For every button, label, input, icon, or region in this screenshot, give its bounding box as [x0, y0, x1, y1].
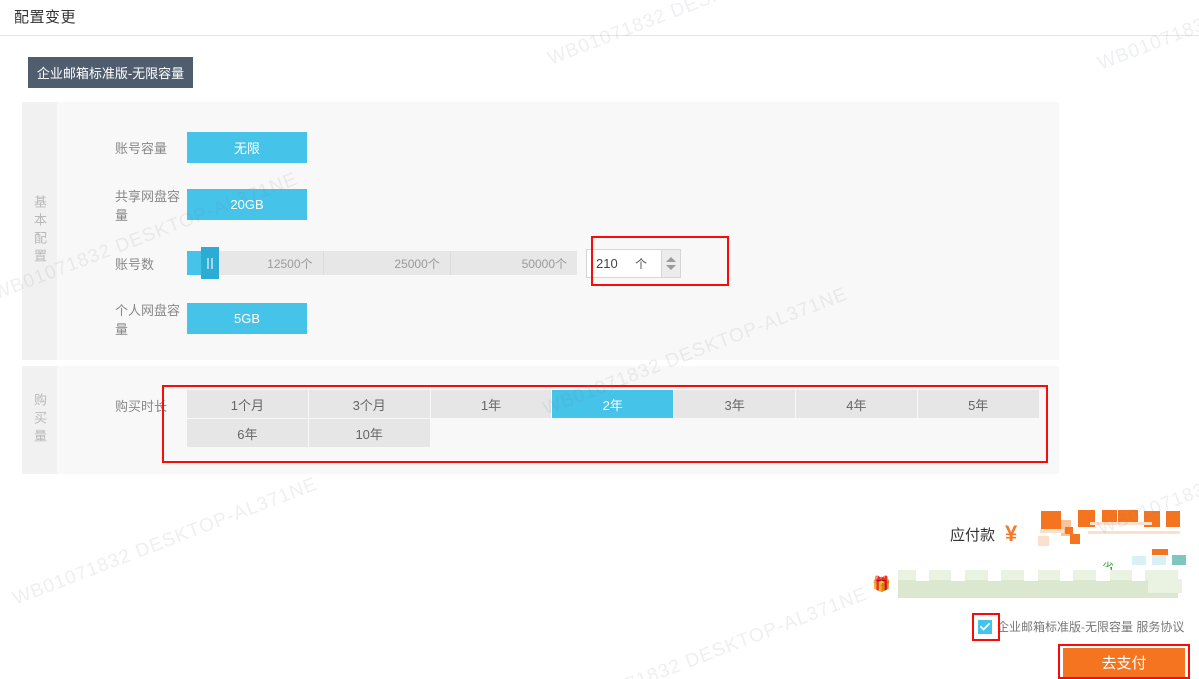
header-divider	[0, 35, 1199, 36]
duration-option-2y[interactable]: 2年	[552, 390, 675, 419]
agreement-label[interactable]: 企业邮箱标准版-无限容量 服务协议	[997, 618, 1184, 635]
purchase-duration-panel: 购买量 购买时长 1个月 3个月 1年 2年 3年 4年 5年 6年 10年	[22, 366, 1059, 474]
page-root: 配置变更 企业邮箱标准版-无限容量 基本配置 账号容量 无限 共享网盘容量 20…	[0, 0, 1199, 679]
duration-option-4y[interactable]: 4年	[795, 390, 918, 419]
duration-option-1y[interactable]: 1年	[430, 390, 553, 419]
spinner-down-icon[interactable]	[666, 264, 676, 270]
watermark: WB01071832 DESKTOP-AL371NE	[1095, 0, 1199, 75]
page-title: 配置变更	[14, 9, 77, 26]
slider-tick-50000[interactable]: 50000个	[451, 251, 577, 275]
gift-icon: 🎁	[872, 576, 891, 593]
product-tab[interactable]: 企业邮箱标准版-无限容量	[28, 57, 193, 88]
watermark: WB01071832 DESKTOP-AL371NE	[560, 583, 871, 679]
duration-option-10y[interactable]: 10年	[308, 419, 431, 448]
purchase-duration-label: 购买时长	[115, 399, 168, 414]
purchase-duration-options: 1个月 3个月 1年 2年 3年 4年 5年 6年 10年	[187, 390, 1040, 448]
row-personal-disk-capacity-label: 个人网盘容量	[115, 302, 181, 337]
account-count-input[interactable]: 210 个	[586, 248, 662, 278]
account-count-slider[interactable]: 12500个 25000个 50000个	[187, 247, 577, 279]
pay-button[interactable]: 去支付	[1063, 648, 1185, 677]
coupon-bar-redacted	[898, 567, 1188, 599]
row-account-count-label: 账号数	[115, 256, 155, 272]
agreement-row: 企业邮箱标准版-无限容量 服务协议	[978, 618, 1184, 635]
duration-option-3m[interactable]: 3个月	[308, 390, 431, 419]
row-shared-disk-capacity: 共享网盘容量 20GB	[57, 189, 1059, 223]
duration-option-1m[interactable]: 1个月	[187, 390, 309, 419]
account-count-stepper[interactable]: 210 个	[586, 248, 681, 278]
account-count-spinner[interactable]	[662, 248, 681, 278]
duration-option-6y[interactable]: 6年	[187, 419, 309, 448]
row-account-count: 账号数 12500个 25000个 50000个 210 个	[57, 246, 1059, 280]
basic-config-body: 账号容量 无限 共享网盘容量 20GB 账号数 12500个 25000个 50…	[57, 102, 1059, 360]
shared-disk-capacity-option[interactable]: 20GB	[187, 189, 307, 220]
price-value-redacted	[1000, 498, 1199, 568]
slider-handle[interactable]	[201, 247, 219, 279]
duration-option-3y[interactable]: 3年	[674, 390, 796, 419]
slider-tick-25000[interactable]: 25000个	[324, 251, 451, 275]
basic-config-section-label: 基本配置	[22, 102, 57, 360]
purchase-duration-body: 购买时长 1个月 3个月 1年 2年 3年 4年 5年 6年 10年	[57, 366, 1059, 474]
agreement-checkbox[interactable]	[978, 619, 992, 634]
row-personal-disk-capacity: 个人网盘容量 5GB	[57, 303, 1059, 337]
account-count-value: 210	[596, 255, 618, 271]
account-capacity-option[interactable]: 无限	[187, 132, 307, 163]
basic-config-panel: 基本配置 账号容量 无限 共享网盘容量 20GB 账号数 12500个 2500…	[22, 102, 1059, 360]
duration-option-5y[interactable]: 5年	[917, 390, 1040, 419]
row-account-capacity-label: 账号容量	[115, 141, 168, 156]
purchase-section-label: 购买量	[22, 366, 57, 474]
row-account-capacity: 账号容量 无限	[57, 132, 1059, 163]
personal-disk-capacity-option[interactable]: 5GB	[187, 303, 307, 334]
watermark: WB01071832 DESKTOP-AL371NE	[10, 473, 321, 610]
account-count-unit: 个	[634, 256, 647, 271]
spinner-up-icon[interactable]	[666, 256, 676, 262]
price-label: 应付款	[950, 526, 996, 544]
row-shared-disk-capacity-label: 共享网盘容量	[115, 188, 181, 223]
